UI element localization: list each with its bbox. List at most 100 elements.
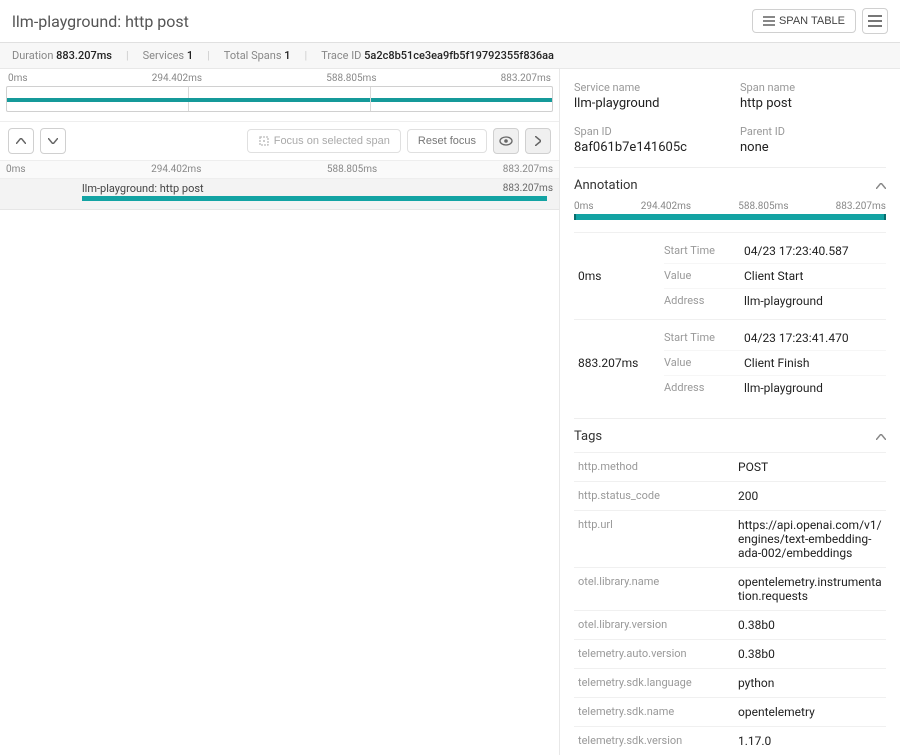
tag-value: opentelemetry.instrumentation.requests <box>738 575 882 603</box>
ruler-tick: 588.805ms <box>327 164 377 175</box>
service-name-label: Service name <box>574 81 720 94</box>
parent-id-label: Parent ID <box>740 125 886 138</box>
annotation-row: 0msStart Time04/23 17:23:40.587ValueClie… <box>574 232 886 319</box>
ruler-tick: 883.207ms <box>503 164 553 175</box>
annotation-value: llm-playground <box>744 381 886 395</box>
ruler-tick: 0ms <box>6 164 26 175</box>
chevron-up-icon <box>876 183 886 189</box>
focus-span-label: Focus on selected span <box>274 135 390 147</box>
anno-tick: 294.402ms <box>641 201 691 212</box>
meta-duration-value: 883.207ms <box>56 49 112 62</box>
overview-tick: 883.207ms <box>501 73 551 84</box>
tag-value: opentelemetry <box>738 705 882 719</box>
collapse-all-button[interactable] <box>8 128 34 154</box>
parent-id-value: none <box>740 140 886 155</box>
hamburger-menu-button[interactable] <box>862 8 888 34</box>
meta-duration-label: Duration <box>12 49 53 62</box>
tag-key: otel.library.name <box>578 575 738 603</box>
chevron-up-icon <box>16 138 26 144</box>
reset-focus-button[interactable]: Reset focus <box>407 129 487 153</box>
annotation-key: Start Time <box>664 244 744 258</box>
meta-services-value: 1 <box>187 49 193 62</box>
tag-row: http.urlhttps://api.openai.com/v1/engine… <box>574 510 886 567</box>
annotation-key: Address <box>664 294 744 308</box>
tag-value: https://api.openai.com/v1/engines/text-e… <box>738 518 882 560</box>
tag-row: otel.library.version0.38b0 <box>574 610 886 639</box>
ruler-tick: 294.402ms <box>151 164 201 175</box>
tag-key: http.method <box>578 460 738 474</box>
annotation-value: llm-playground <box>744 294 886 308</box>
tag-value: python <box>738 676 882 690</box>
annotation-key: Value <box>664 356 744 370</box>
overview-tick: 294.402ms <box>152 73 202 84</box>
tags-header[interactable]: Tags <box>574 429 886 444</box>
tag-value: POST <box>738 460 882 474</box>
annotation-value: Client Finish <box>744 356 886 370</box>
annotation-value: Client Start <box>744 269 886 283</box>
annotation-key: Start Time <box>664 331 744 345</box>
anno-tick: 883.207ms <box>836 201 886 212</box>
tag-row: http.methodPOST <box>574 452 886 481</box>
meta-bar: Duration 883.207ms | Services 1 | Total … <box>0 43 900 69</box>
tag-key: otel.library.version <box>578 618 738 632</box>
annotation-key: Address <box>664 381 744 395</box>
span-row-bar <box>82 196 547 201</box>
span-table-button[interactable]: SPAN TABLE <box>752 9 856 33</box>
overview-tick: 588.805ms <box>326 73 376 84</box>
meta-services-label: Services <box>143 49 184 62</box>
span-name-value: http post <box>740 96 886 111</box>
focus-span-button[interactable]: Focus on selected span <box>247 129 401 153</box>
tag-row: otel.library.nameopentelemetry.instrumen… <box>574 567 886 610</box>
span-row[interactable]: llm-playground: http post 883.207ms <box>0 179 559 210</box>
expand-all-button[interactable] <box>40 128 66 154</box>
tags-title: Tags <box>574 429 602 444</box>
chevron-up-icon <box>876 434 886 440</box>
annotation-time: 883.207ms <box>574 326 664 400</box>
span-ruler: 0ms 294.402ms 588.805ms 883.207ms <box>0 161 559 179</box>
span-id-label: Span ID <box>574 125 720 138</box>
tag-value: 0.38b0 <box>738 618 882 632</box>
page-title: llm-playground: http post <box>12 12 189 31</box>
tag-key: telemetry.sdk.name <box>578 705 738 719</box>
tag-key: telemetry.sdk.language <box>578 676 738 690</box>
chevron-down-icon <box>48 138 58 144</box>
meta-spans-label: Total Spans <box>224 49 282 62</box>
eye-icon <box>499 136 513 146</box>
overview-timeline[interactable]: 0ms 294.402ms 588.805ms 883.207ms <box>6 73 553 119</box>
tag-value: 1.17.0 <box>738 734 882 748</box>
span-id-value: 8af061b7e141605c <box>574 140 720 155</box>
annotation-title: Annotation <box>574 178 638 193</box>
tag-key: telemetry.sdk.version <box>578 734 738 748</box>
tag-row: telemetry.auto.version0.38b0 <box>574 639 886 668</box>
meta-traceid-value: 5a2c8b51ce3ea9fb5f19792355f836aa <box>364 49 554 62</box>
chevron-right-icon <box>535 136 541 146</box>
annotation-key: Value <box>664 269 744 283</box>
annotation-header[interactable]: Annotation <box>574 178 886 193</box>
span-name-label: Span name <box>740 81 886 94</box>
span-row-name: llm-playground: http post <box>82 182 204 195</box>
next-button[interactable] <box>525 128 551 154</box>
tag-row: telemetry.sdk.nameopentelemetry <box>574 697 886 726</box>
list-icon <box>763 16 775 26</box>
tag-value: 0.38b0 <box>738 647 882 661</box>
target-icon <box>258 135 270 147</box>
annotation-value: 04/23 17:23:41.470 <box>744 331 886 345</box>
anno-span-bar <box>574 214 886 220</box>
annotation-time: 0ms <box>574 239 664 313</box>
tag-row: telemetry.sdk.version1.17.0 <box>574 726 886 755</box>
tag-key: http.status_code <box>578 489 738 503</box>
tag-key: telemetry.auto.version <box>578 647 738 661</box>
annotation-value: 04/23 17:23:40.587 <box>744 244 886 258</box>
toggle-visibility-button[interactable] <box>493 128 519 154</box>
overview-span-bar <box>7 98 552 102</box>
annotation-row: 883.207msStart Time04/23 17:23:41.470Val… <box>574 319 886 406</box>
tag-key: http.url <box>578 518 738 560</box>
anno-tick: 0ms <box>574 201 594 212</box>
overview-tick: 0ms <box>8 73 28 84</box>
service-name-value: llm-playground <box>574 96 720 111</box>
meta-traceid-label: Trace ID <box>321 49 361 62</box>
hamburger-icon <box>868 15 882 27</box>
span-table-label: SPAN TABLE <box>779 15 845 27</box>
tag-row: telemetry.sdk.languagepython <box>574 668 886 697</box>
tag-row: http.status_code200 <box>574 481 886 510</box>
